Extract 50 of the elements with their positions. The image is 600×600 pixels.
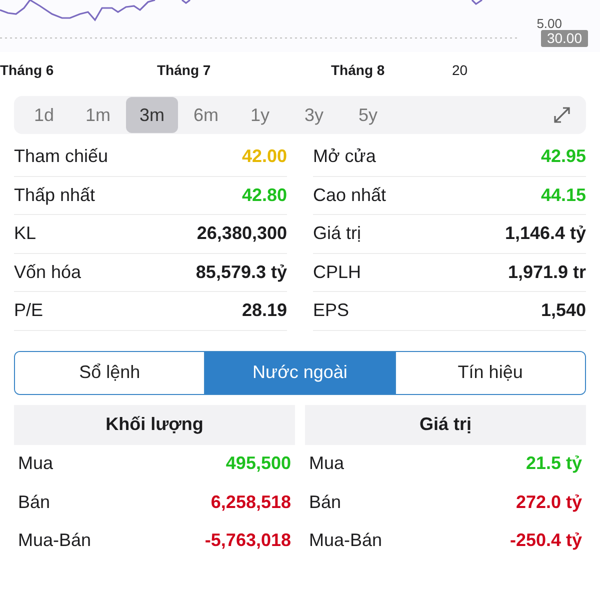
column-header: Giá trị: [305, 404, 586, 444]
stat-label: Giá trị: [313, 222, 362, 246]
row-label: Bán: [309, 490, 342, 514]
stat-label: CPLH: [313, 260, 362, 284]
stat-value: 1,146.4 tỷ: [504, 222, 586, 246]
stat-value: 1,971.9 tr: [508, 260, 586, 284]
row-label: Mua: [18, 452, 54, 476]
stat-label: P/E: [14, 299, 44, 322]
period-tab[interactable]: 1y: [234, 97, 286, 133]
row-value: 272.0 tỷ: [516, 490, 582, 514]
axis-label: Tháng 8: [331, 61, 385, 80]
stat-label: Cao nhất: [313, 184, 386, 207]
axis-label: Tháng 6: [0, 61, 54, 80]
segment-tab[interactable]: Nước ngoài: [204, 352, 395, 394]
period-tab[interactable]: 1m: [72, 97, 124, 133]
stat-value: 1,540: [540, 299, 586, 322]
stat-label: KL: [14, 222, 36, 246]
stat-label: EPS: [313, 299, 350, 322]
stat-value: 42.95: [540, 145, 586, 168]
price-tag: 30.00: [540, 30, 588, 47]
stat-value: 44.15: [540, 184, 586, 207]
stat-value: 42.00: [242, 145, 287, 168]
row-label: Mua: [309, 452, 344, 476]
segment-tab[interactable]: Tín hiệu: [394, 352, 585, 394]
row-value: 495,500: [226, 452, 291, 476]
row-value: -5,763,018: [204, 529, 291, 552]
stat-label: Tham chiếu: [14, 145, 108, 168]
column-header: Khối lượng: [14, 404, 295, 444]
axis-label: 5.00: [536, 17, 562, 31]
row-label: Bán: [18, 490, 50, 514]
period-tab[interactable]: 3m: [126, 97, 178, 133]
axis-label: 20: [452, 61, 468, 80]
expand-icon[interactable]: [552, 105, 572, 125]
row-label: Mua-Bán: [309, 529, 382, 552]
period-tab[interactable]: 1d: [18, 97, 70, 133]
stat-label: Vốn hóa: [14, 260, 82, 284]
stat-label: Mở cửa: [313, 145, 376, 168]
row-value: 6,258,518: [210, 490, 291, 514]
stat-value: 26,380,300: [196, 222, 287, 246]
stat-value: 42.80: [242, 184, 287, 207]
stat-value: 85,579.3 tỷ: [196, 260, 287, 284]
period-tab[interactable]: 6m: [180, 97, 232, 133]
row-value: 21.5 tỷ: [526, 452, 582, 476]
period-tab[interactable]: 3y: [288, 97, 340, 133]
row-value: -250.4 tỷ: [510, 529, 582, 552]
period-tab[interactable]: 5y: [342, 97, 394, 133]
axis-label: Tháng 7: [157, 61, 211, 80]
stat-label: Thấp nhất: [14, 184, 96, 207]
row-label: Mua-Bán: [18, 529, 92, 552]
stat-value: 28.19: [242, 299, 287, 322]
